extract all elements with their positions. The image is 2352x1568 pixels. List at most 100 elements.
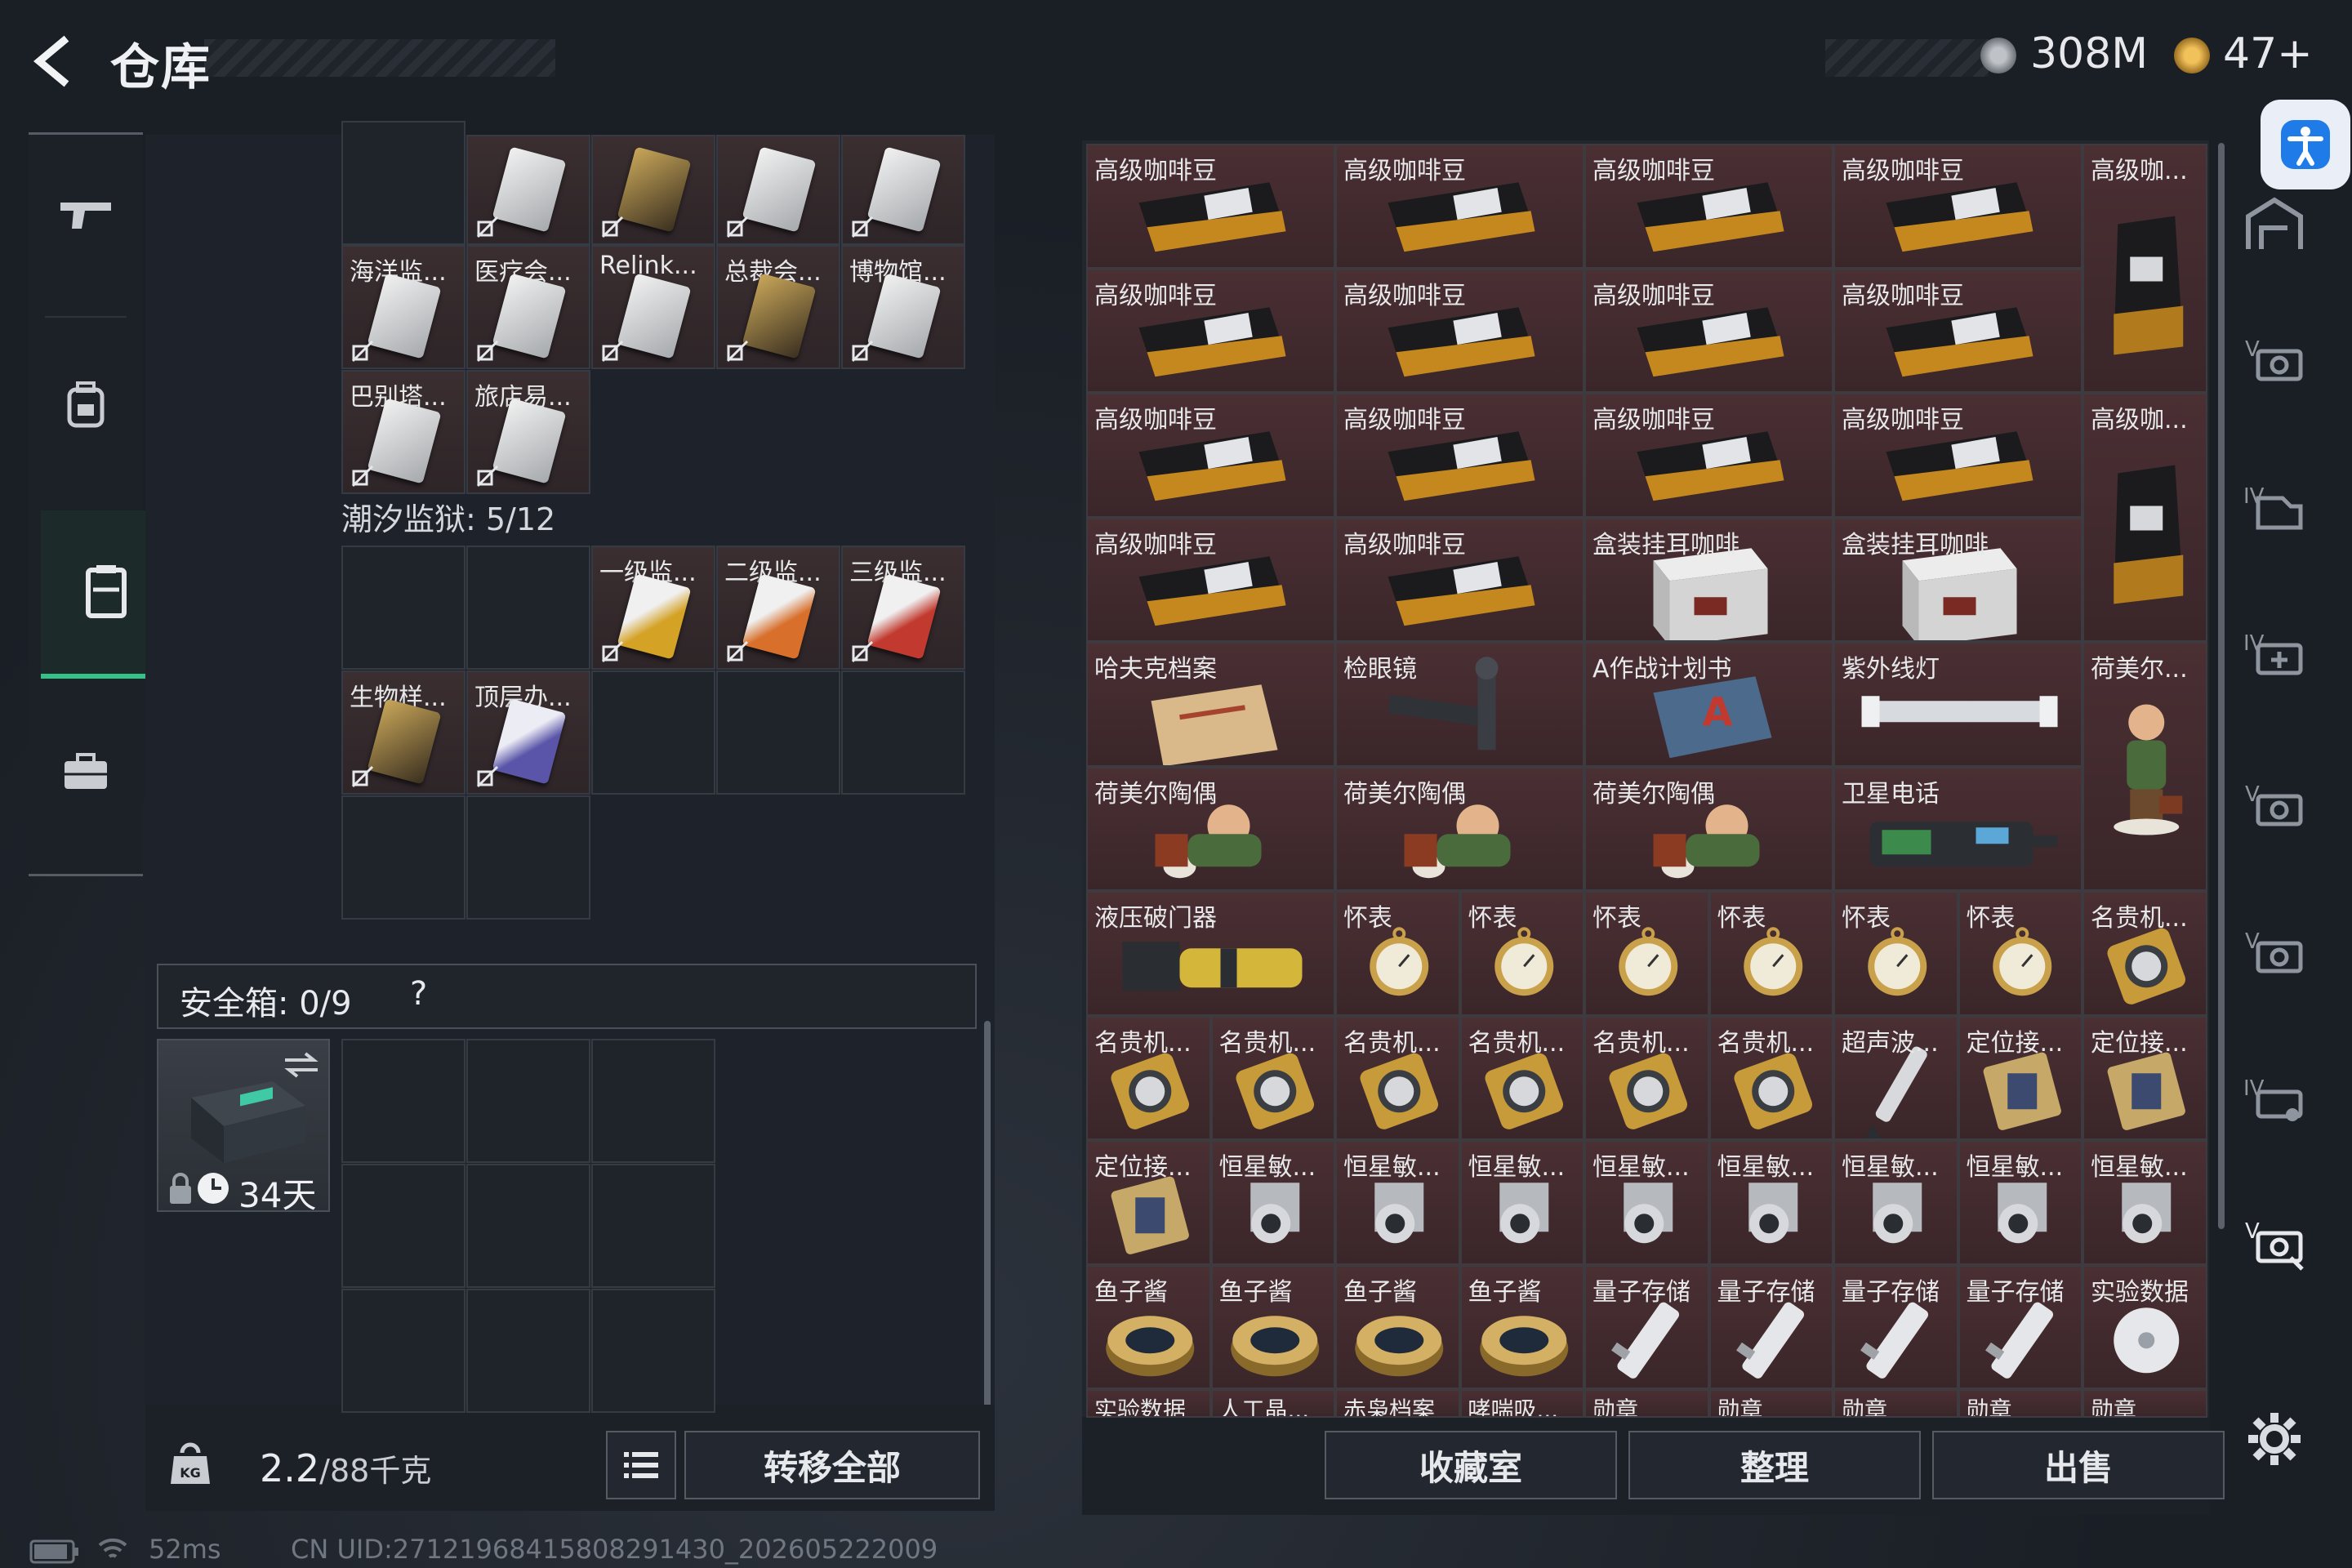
currency-gold[interactable]: 47+ xyxy=(2223,29,2313,78)
nav-briefcase[interactable] xyxy=(29,690,143,853)
card-slot[interactable]: 旅店易... xyxy=(466,370,590,494)
stash-item[interactable]: 定位接... xyxy=(2082,1015,2207,1140)
stash-item[interactable]: 高级咖啡豆 xyxy=(1584,268,1833,393)
swap-icon[interactable] xyxy=(281,1049,322,1081)
empty-slot[interactable] xyxy=(466,546,590,670)
card-slot[interactable]: 顶层办... xyxy=(466,670,590,795)
stash-item[interactable]: 荷美尔陶偶 xyxy=(1086,766,1335,891)
card-slot[interactable]: 博物馆... xyxy=(841,245,965,369)
stash-item[interactable]: 高级咖啡豆 xyxy=(1086,268,1335,393)
stash-item[interactable]: 量子存储 xyxy=(1584,1264,1709,1389)
stash-item[interactable]: 量子存储 xyxy=(1708,1264,1833,1389)
stash-item[interactable]: 高级咖啡豆 xyxy=(1086,144,1335,269)
stash-item[interactable]: 盒装挂耳咖啡 xyxy=(1833,517,2082,642)
safe-slot[interactable] xyxy=(591,1289,715,1413)
stash-item[interactable]: 高级咖啡豆 xyxy=(1833,144,2082,269)
stash-item[interactable]: 名贵机... xyxy=(1086,1015,1211,1140)
stash-item[interactable]: 怀表 xyxy=(1708,891,1833,1016)
safe-slot[interactable] xyxy=(341,1289,466,1413)
card-slot[interactable]: 巴别塔... xyxy=(341,370,466,494)
stash-item[interactable]: 怀表 xyxy=(1958,891,2082,1016)
stash-item[interactable]: 紫外线灯 xyxy=(1833,642,2082,767)
stash-item[interactable]: 恒星敏... xyxy=(1833,1140,1958,1265)
safe-slot[interactable] xyxy=(466,1289,590,1413)
sell-button[interactable]: 出售 xyxy=(1932,1431,2225,1499)
card-slot[interactable] xyxy=(716,135,840,245)
stash-item[interactable]: 恒星敏... xyxy=(1459,1140,1584,1265)
nav-weapon[interactable] xyxy=(29,135,143,298)
stash-item[interactable]: 高级咖... xyxy=(2082,144,2207,393)
stash-item[interactable]: 恒星敏... xyxy=(1335,1140,1460,1265)
stash-item[interactable]: 恒星敏... xyxy=(1210,1140,1335,1265)
stash-tab-4c-icon[interactable]: IV xyxy=(2242,1066,2307,1131)
stash-item[interactable]: 名贵机... xyxy=(1459,1015,1584,1140)
card-slot[interactable]: 医疗会... xyxy=(466,245,590,369)
stash-item[interactable]: 恒星敏... xyxy=(2082,1140,2207,1265)
card-slot[interactable]: 二级监... xyxy=(716,546,840,670)
safe-slot[interactable] xyxy=(591,1164,715,1288)
stash-item[interactable]: 名贵机... xyxy=(2082,891,2207,1016)
stash-item[interactable]: 实验数据 xyxy=(2082,1264,2207,1389)
empty-slot[interactable] xyxy=(716,670,840,795)
settings-gear-icon[interactable] xyxy=(2242,1406,2307,1472)
empty-slot[interactable] xyxy=(341,795,466,920)
card-slot[interactable]: Relink... xyxy=(591,245,715,369)
list-view-button[interactable] xyxy=(606,1431,676,1499)
stash-item[interactable]: 超声波... xyxy=(1833,1015,1958,1140)
stash-item[interactable]: 高级咖啡豆 xyxy=(1335,144,1584,269)
stash-item[interactable]: 名贵机... xyxy=(1708,1015,1833,1140)
accessibility-button[interactable] xyxy=(2261,100,2350,189)
stash-item[interactable]: 荷美尔陶偶 xyxy=(1584,766,1833,891)
card-slot[interactable]: 生物样... xyxy=(341,670,466,795)
stash-item[interactable]: 高级咖啡豆 xyxy=(1086,517,1335,642)
safe-slot[interactable] xyxy=(341,1164,466,1288)
card-slot[interactable]: 一级监... xyxy=(591,546,715,670)
safe-box-item[interactable]: 34天 xyxy=(157,1039,330,1215)
stash-item[interactable]: 勋章 xyxy=(2082,1389,2207,1418)
stash-item[interactable]: 盒装挂耳咖啡 xyxy=(1584,517,1833,642)
stash-tab-4a-icon[interactable]: IV xyxy=(2242,474,2307,539)
stash-item[interactable]: 定位接... xyxy=(1958,1015,2082,1140)
help-icon[interactable]: ? xyxy=(410,975,427,1013)
stash-item[interactable]: A A作战计划书 xyxy=(1584,642,1833,767)
stash-tab-5-icon[interactable]: V xyxy=(2242,327,2307,392)
transfer-all-button[interactable]: 转移全部 xyxy=(684,1431,980,1499)
nav-backpack[interactable] xyxy=(29,323,143,486)
stash-item[interactable]: 鱼子酱 xyxy=(1210,1264,1335,1389)
stash-home-icon[interactable] xyxy=(2242,192,2307,257)
stash-item[interactable]: 人工晶... xyxy=(1210,1389,1335,1418)
stash-item[interactable]: 名贵机... xyxy=(1335,1015,1460,1140)
stash-item[interactable]: 恒星敏... xyxy=(1958,1140,2082,1265)
stash-item[interactable]: 高级咖啡豆 xyxy=(1833,268,2082,393)
empty-slot[interactable] xyxy=(841,670,965,795)
stash-item[interactable]: 恒星敏... xyxy=(1708,1140,1833,1265)
stash-item[interactable]: 勋章 xyxy=(1833,1389,1958,1418)
stash-item[interactable]: 高级咖啡豆 xyxy=(1335,517,1584,642)
stash-item[interactable]: 名贵机... xyxy=(1584,1015,1709,1140)
stash-item[interactable]: 勋章 xyxy=(1958,1389,2082,1418)
card-slot[interactable] xyxy=(591,135,715,245)
card-slot[interactable] xyxy=(841,135,965,245)
stash-item[interactable]: 定位接... xyxy=(1086,1140,1211,1265)
stash-item[interactable]: 恒星敏... xyxy=(1584,1140,1709,1265)
safe-slot[interactable] xyxy=(466,1164,590,1288)
left-scrollbar[interactable] xyxy=(984,1021,991,1421)
safe-slot[interactable] xyxy=(591,1039,715,1163)
stash-item[interactable]: 卫星电话 xyxy=(1833,766,2082,891)
stash-item[interactable]: 高级咖啡豆 xyxy=(1584,144,1833,269)
stash-item[interactable]: 勋章 xyxy=(1584,1389,1709,1418)
empty-slot[interactable] xyxy=(466,795,590,920)
stash-item[interactable]: 高级咖啡豆 xyxy=(1833,393,2082,518)
stash-item[interactable]: 量子存储 xyxy=(1958,1264,2082,1389)
stash-item[interactable]: 鱼子酱 xyxy=(1086,1264,1211,1389)
stash-tab-5-active-icon[interactable]: V xyxy=(2242,1209,2307,1274)
stash-item[interactable]: 怀表 xyxy=(1833,891,1958,1016)
stash-item[interactable]: 名贵机... xyxy=(1210,1015,1335,1140)
stash-item[interactable]: 怀表 xyxy=(1584,891,1709,1016)
stash-scrollbar[interactable] xyxy=(2218,143,2225,1229)
stash-item[interactable]: 怀表 xyxy=(1335,891,1460,1016)
organize-button[interactable]: 整理 xyxy=(1628,1431,1921,1499)
stash-item[interactable]: 量子存储 xyxy=(1833,1264,1958,1389)
card-slot[interactable]: 总裁会... xyxy=(716,245,840,369)
card-slot[interactable]: 海洋监... xyxy=(341,245,466,369)
